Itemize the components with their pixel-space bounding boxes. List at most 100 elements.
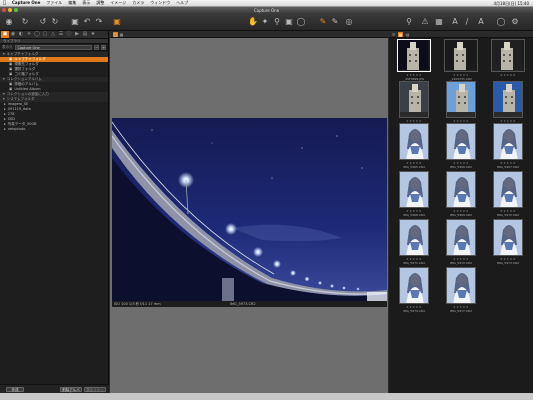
thumbnail[interactable]: ★★★★★_1202372.CR2	[394, 81, 434, 127]
sync-icon[interactable]: ↻	[20, 16, 30, 27]
menu-item[interactable]: ヘルプ	[173, 0, 191, 6]
thumbnail[interactable]: ★★★★★ IMG_5974.CR2	[394, 267, 434, 313]
rating-stars[interactable]: ★★★★★	[488, 73, 528, 77]
undo-icon[interactable]: ↶	[82, 16, 92, 27]
thumbnail[interactable]: ★★★★★	[488, 39, 528, 79]
rotate-right-icon[interactable]: ↻	[50, 16, 60, 27]
multi-view-icon[interactable]: ▦	[119, 32, 124, 37]
thumbnail[interactable]: ★★★★★ IMG_5972.CR2	[441, 219, 481, 265]
browser-grid-icon[interactable]: ▦	[398, 32, 403, 37]
thumbnail[interactable]: ★★★★★ IMG_5965.CR2	[394, 123, 434, 169]
tab-metadata-icon[interactable]: ⓘ	[65, 31, 73, 38]
thumbnail-image	[399, 171, 429, 208]
tab-quick-icon[interactable]: ★	[89, 31, 97, 38]
import-icon[interactable]: ▣	[70, 16, 80, 27]
thumbnail[interactable]: ★★★★★	[488, 81, 528, 123]
delete-album-button[interactable]: 削除アルバム	[60, 387, 82, 396]
minus-button[interactable]: −	[94, 44, 99, 50]
tool-tabs: ▣ ◉ ◐ ☀ ◯ ▢ △ ☰ ⓘ ▶ ▤ ★	[0, 31, 108, 39]
disclosure-icon: ▾	[3, 92, 5, 96]
loupe-icon[interactable]: ◎	[344, 16, 354, 27]
brush-icon[interactable]: ✎	[330, 16, 340, 27]
thumbnail-image	[493, 219, 523, 256]
wb-picker-icon[interactable]: ✎	[318, 16, 328, 27]
create-button[interactable]: 作成	[6, 387, 24, 392]
menu-item[interactable]: Capture One	[9, 0, 43, 6]
library-panel: ▣ ◉ ◐ ☀ ◯ ▢ △ ☰ ⓘ ▶ ▤ ★ ライブラリ 表示元 Captur…	[0, 31, 109, 396]
folder-icon: ▣	[9, 67, 13, 71]
hand-icon[interactable]: ✋	[248, 16, 258, 27]
pen-icon[interactable]: ∕	[462, 16, 472, 27]
text-icon[interactable]: A	[450, 16, 460, 27]
menu-item[interactable]: 表示	[79, 0, 93, 6]
menu-item[interactable]: ウィンドウ	[147, 0, 173, 6]
library-item-label: Untitled Album	[14, 87, 41, 91]
thumbnail[interactable]: ★★★★★ _1202331.CR2	[441, 39, 481, 81]
menu-item[interactable]: 調整	[93, 0, 107, 6]
main-photo[interactable]	[112, 118, 387, 301]
menu-item[interactable]: イメージ	[107, 0, 129, 6]
tab-capture-icon[interactable]: ◉	[9, 31, 17, 38]
tab-detail-icon[interactable]: △	[49, 31, 57, 38]
apple-icon[interactable]: 	[0, 0, 9, 6]
thumbnail[interactable]: ★★★★★ IMG_5967.CR2	[488, 123, 528, 169]
thumbnail[interactable]: ★★★★★ IMG_5971.CR2	[394, 219, 434, 265]
library-item-label: ゴミ箱フォルダ	[14, 72, 39, 76]
thumbnail-image	[399, 81, 429, 118]
zoom-icon[interactable]: ⚲	[272, 16, 282, 27]
straighten-icon[interactable]: ◯	[296, 16, 306, 27]
thumbnail[interactable]: ★★★★★ IMG_5970.CR2	[488, 171, 528, 217]
thumbnail[interactable]: ★★★★★ IMG_5969.CR2	[441, 171, 481, 217]
disclosure-icon: ▾	[3, 52, 5, 56]
select-icon[interactable]: ✦	[260, 16, 270, 27]
browser-filmstrip-icon[interactable]: ▤	[405, 32, 410, 37]
tab-exposure-icon[interactable]: ☀	[25, 31, 33, 38]
library-item-label: netsphoto	[7, 127, 26, 131]
library-item-label: 選択フォルダ	[14, 67, 36, 71]
thumbnail[interactable]: ★★★★★_1502082.CR2	[441, 81, 481, 127]
source-select[interactable]: Capture One	[14, 44, 92, 50]
capture-icon[interactable]: ◉	[4, 16, 14, 27]
folder-icon: ▣	[9, 62, 13, 66]
building-thumb	[445, 40, 475, 71]
tab-batch-icon[interactable]: ▤	[81, 31, 89, 38]
tab-output-icon[interactable]: ▶	[73, 31, 81, 38]
portrait-thumb	[447, 220, 475, 255]
tab-color-icon[interactable]: ◐	[17, 31, 25, 38]
thumbnail[interactable]: ★★★★★ IMG_5966.CR2	[441, 123, 481, 169]
plus-button[interactable]: +	[101, 44, 106, 50]
search-icon[interactable]: ⚲	[404, 16, 414, 27]
thumbnail[interactable]: ★★★★★ IMG_5977.CR2	[441, 267, 481, 313]
grid-icon[interactable]: ▦	[434, 16, 444, 27]
menu-item[interactable]: カメラ	[129, 0, 147, 6]
thumbnail[interactable]: ★★★★★ IMG_5968.CR2	[394, 171, 434, 217]
tab-adjust-icon[interactable]: ☰	[57, 31, 65, 38]
rotate-left-icon[interactable]: ↺	[38, 16, 48, 27]
menu-item[interactable]: 編集	[65, 0, 79, 6]
single-view-icon[interactable]: ▢	[113, 32, 118, 37]
crop-icon[interactable]: ▣	[284, 16, 294, 27]
portrait-thumb	[494, 220, 522, 255]
folder-icon: ▣	[9, 72, 13, 76]
tab-library-icon[interactable]: ▣	[1, 31, 9, 38]
tab-crop-icon[interactable]: ▢	[41, 31, 49, 38]
thumbnail-caption: IMG_5977.CR2	[450, 309, 472, 313]
folder-icon: ▣	[9, 82, 13, 86]
tab-lens-icon[interactable]: ◯	[33, 31, 41, 38]
menu-item[interactable]: ファイル	[43, 0, 65, 6]
warning-icon[interactable]: ⚠	[420, 16, 430, 27]
browser-list-icon[interactable]: ☰	[391, 32, 396, 37]
gear-icon[interactable]: ⚙	[510, 16, 520, 27]
reset-view-button[interactable]: 表示リセット	[84, 387, 106, 396]
portrait-thumb	[447, 124, 475, 159]
color-icon[interactable]: ◯	[496, 16, 506, 27]
folder-tree-item[interactable]: ▸ netsphoto	[0, 127, 108, 132]
thumbnail-caption: IMG_5970.CR2	[497, 213, 519, 217]
thumbnail[interactable]: ★★★★★ _4SF9699.JPG	[394, 39, 434, 81]
export-icon[interactable]: ▣	[112, 16, 122, 27]
thumbnail[interactable]: ★★★★★ IMG_5973.CR2	[488, 219, 528, 265]
text-large-icon[interactable]: A	[476, 16, 486, 27]
building-thumb	[492, 40, 522, 71]
redo-icon[interactable]: ↷	[94, 16, 104, 27]
thumbnail-caption: IMG_5973.CR2	[497, 261, 519, 265]
